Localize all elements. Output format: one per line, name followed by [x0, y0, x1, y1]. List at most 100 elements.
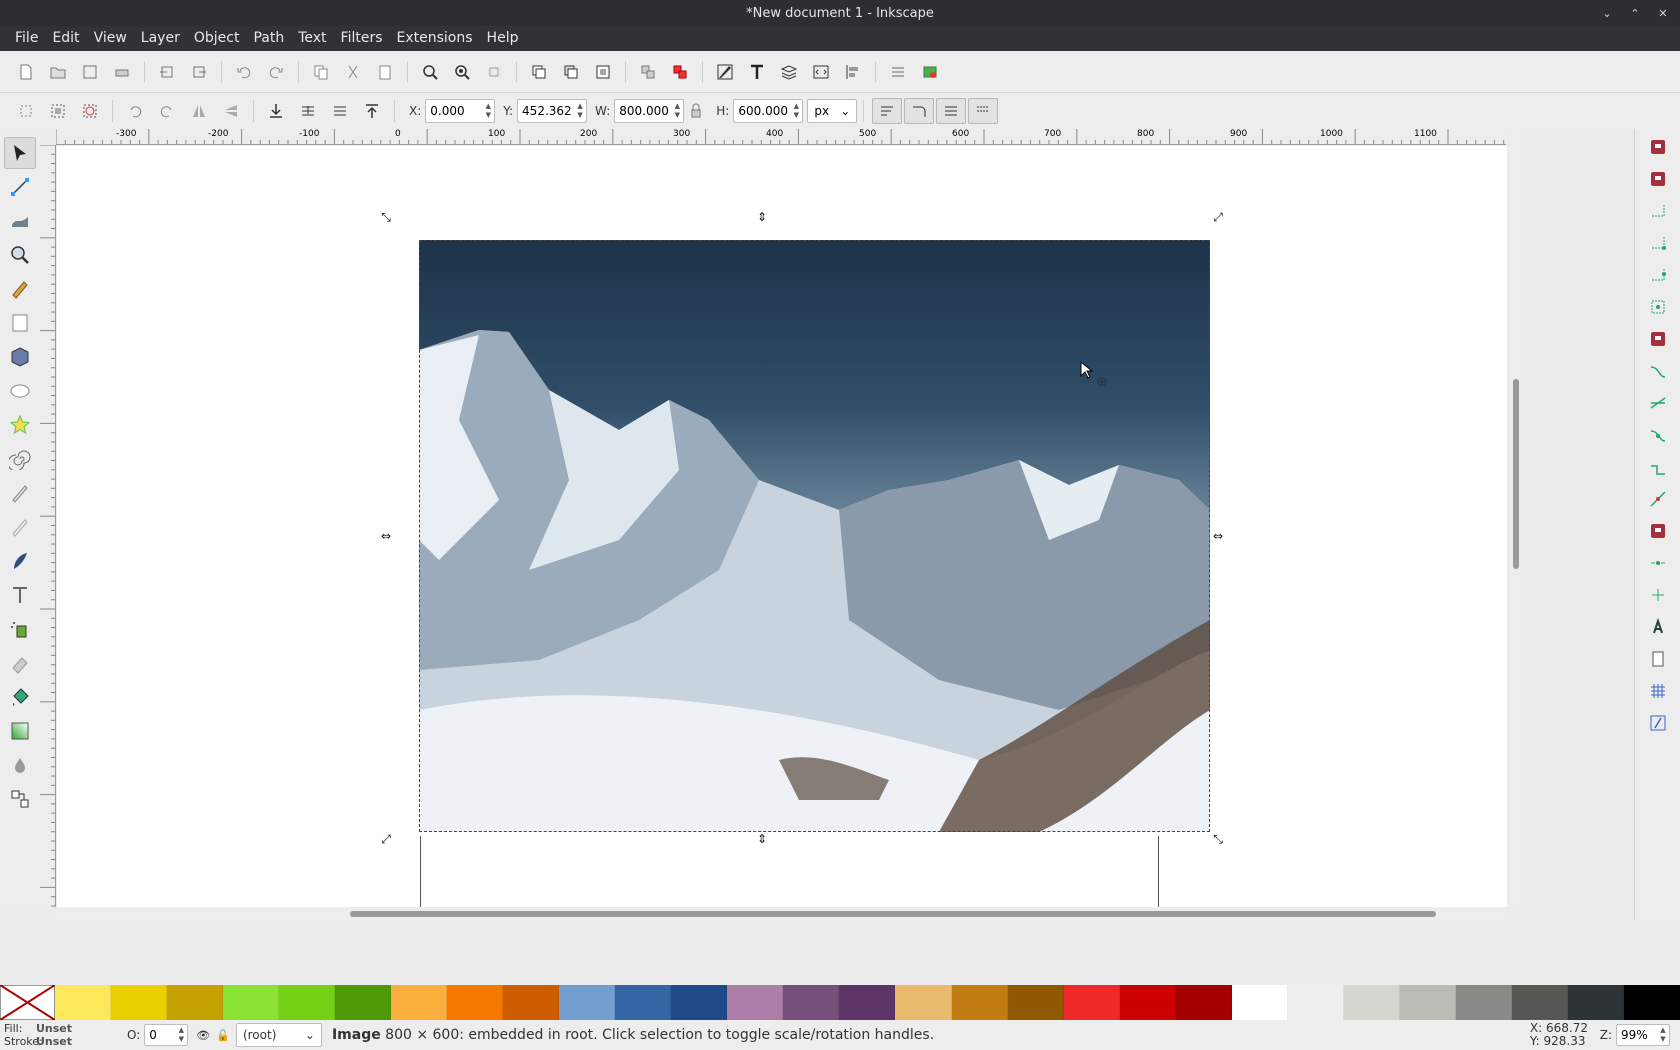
snap-intersections-icon[interactable]	[1643, 389, 1673, 417]
raise-icon[interactable]	[326, 97, 354, 125]
layer-select[interactable]: (root) ⌄	[235, 1023, 322, 1047]
palette-swatch[interactable]	[223, 985, 280, 1020]
rotate-cw-icon[interactable]	[153, 97, 181, 125]
select-all-icon[interactable]	[12, 97, 40, 125]
snap-bbox-corner-icon[interactable]	[1643, 229, 1673, 257]
resize-handle-w[interactable]: ⇔	[379, 529, 393, 543]
palette-swatch[interactable]	[279, 985, 336, 1020]
xml-editor-icon[interactable]	[807, 58, 835, 86]
vertical-scrollbar[interactable]	[1508, 129, 1524, 907]
palette-swatch[interactable]	[167, 985, 224, 1020]
x-input[interactable]	[426, 100, 483, 122]
ellipse-tool[interactable]	[4, 375, 36, 407]
snap-grid-icon[interactable]	[1643, 677, 1673, 705]
close-icon[interactable]: ✕	[1654, 4, 1672, 22]
snap-page-border-icon[interactable]	[1643, 645, 1673, 673]
opacity-spinbox[interactable]: ▲▼	[144, 1024, 189, 1046]
palette-swatch[interactable]	[1567, 985, 1624, 1020]
lock-icon[interactable]	[686, 97, 706, 125]
horizontal-scroll-thumb[interactable]	[350, 911, 1436, 917]
zoom-input[interactable]	[1617, 1024, 1657, 1046]
x-spinbox[interactable]: ▲▼	[425, 99, 496, 123]
palette-swatch[interactable]	[1623, 985, 1680, 1020]
fill-stroke-icon[interactable]	[711, 58, 739, 86]
star-tool[interactable]	[4, 409, 36, 441]
palette-swatch[interactable]	[447, 985, 504, 1020]
snap-cusp-nodes-icon[interactable]	[1643, 421, 1673, 449]
snap-object-center-icon[interactable]	[1643, 549, 1673, 577]
menu-file[interactable]: File	[8, 26, 45, 51]
ungroup-icon[interactable]	[666, 58, 694, 86]
document-properties-icon[interactable]	[916, 58, 944, 86]
menu-layer[interactable]: Layer	[134, 26, 187, 51]
snap-nodes-icon[interactable]	[1643, 325, 1673, 353]
spray-tool[interactable]	[4, 613, 36, 645]
transform-patterns-toggle[interactable]	[968, 98, 999, 124]
palette-swatch[interactable]	[1175, 985, 1232, 1020]
menu-edit[interactable]: Edit	[45, 26, 86, 51]
menu-path[interactable]: Path	[246, 26, 291, 51]
preferences-icon[interactable]	[884, 58, 912, 86]
new-document-icon[interactable]	[12, 58, 40, 86]
w-spinbox[interactable]: ▲▼	[614, 99, 685, 123]
lower-to-bottom-icon[interactable]	[262, 97, 290, 125]
palette-swatch[interactable]	[1287, 985, 1344, 1020]
save-icon[interactable]	[76, 58, 104, 86]
group-icon[interactable]	[634, 58, 662, 86]
snap-smooth-nodes-icon[interactable]	[1643, 453, 1673, 481]
rectangle-tool[interactable]	[4, 307, 36, 339]
zoom-spinbox[interactable]: ▲▼	[1616, 1024, 1670, 1046]
scale-stroke-toggle[interactable]	[872, 98, 903, 124]
menu-help[interactable]: Help	[480, 26, 526, 51]
fill-stroke-indicator[interactable]: Fill: Unset Stroke: Unset	[4, 1022, 109, 1048]
snap-toggle-icon[interactable]	[1643, 133, 1673, 161]
menu-extensions[interactable]: Extensions	[390, 26, 480, 51]
menu-view[interactable]: View	[87, 26, 134, 51]
palette-swatch[interactable]	[1007, 985, 1064, 1020]
eraser-tool[interactable]	[4, 647, 36, 679]
w-input[interactable]	[615, 100, 672, 122]
scale-rounded-corners-toggle[interactable]	[904, 98, 935, 124]
undo-icon[interactable]	[230, 58, 258, 86]
palette-swatch[interactable]	[1399, 985, 1456, 1020]
redo-icon[interactable]	[262, 58, 290, 86]
rotation-center-icon[interactable]: ⊕	[1096, 374, 1108, 390]
zoom-page-icon[interactable]	[480, 58, 508, 86]
menu-object[interactable]: Object	[187, 26, 247, 51]
palette-swatch[interactable]	[1343, 985, 1400, 1020]
no-paint-swatch[interactable]	[0, 984, 56, 1021]
snap-rotation-center-icon[interactable]	[1643, 581, 1673, 609]
tweak-tool[interactable]	[4, 205, 36, 237]
lower-icon[interactable]	[294, 97, 322, 125]
connector-tool[interactable]	[4, 783, 36, 815]
palette-swatch[interactable]	[615, 985, 672, 1020]
minimize-icon[interactable]: ⌄	[1598, 4, 1616, 22]
palette-swatch[interactable]	[1119, 985, 1176, 1020]
flip-horizontal-icon[interactable]	[185, 97, 213, 125]
h-input[interactable]	[734, 100, 791, 122]
align-distribute-icon[interactable]	[839, 58, 867, 86]
palette-swatch[interactable]	[727, 985, 784, 1020]
snap-bbox-edge-icon[interactable]	[1643, 197, 1673, 225]
menu-filters[interactable]: Filters	[334, 26, 390, 51]
paste-icon[interactable]	[371, 58, 399, 86]
palette-swatch[interactable]	[503, 985, 560, 1020]
spin-arrows[interactable]: ▲ ▼	[175, 1026, 187, 1044]
spin-arrows[interactable]: ▲ ▼	[671, 102, 683, 120]
snap-bbox-midpoint-icon[interactable]	[1643, 261, 1673, 289]
pen-tool[interactable]	[4, 511, 36, 543]
rotate-ccw-icon[interactable]	[121, 97, 149, 125]
unit-select[interactable]: px ⌄	[807, 99, 858, 123]
import-icon[interactable]	[153, 58, 181, 86]
dropper-tool[interactable]	[4, 749, 36, 781]
palette-swatch[interactable]	[559, 985, 616, 1020]
duplicate-icon[interactable]	[525, 58, 553, 86]
palette-swatch[interactable]	[391, 985, 448, 1020]
pencil-tool[interactable]	[4, 477, 36, 509]
palette-swatch[interactable]	[1455, 985, 1512, 1020]
snap-midpoints-icon[interactable]	[1643, 485, 1673, 513]
select-all-layers-icon[interactable]	[44, 97, 72, 125]
selector-tool[interactable]	[4, 137, 36, 169]
snap-paths-icon[interactable]	[1643, 357, 1673, 385]
zoom-tool[interactable]	[4, 239, 36, 271]
